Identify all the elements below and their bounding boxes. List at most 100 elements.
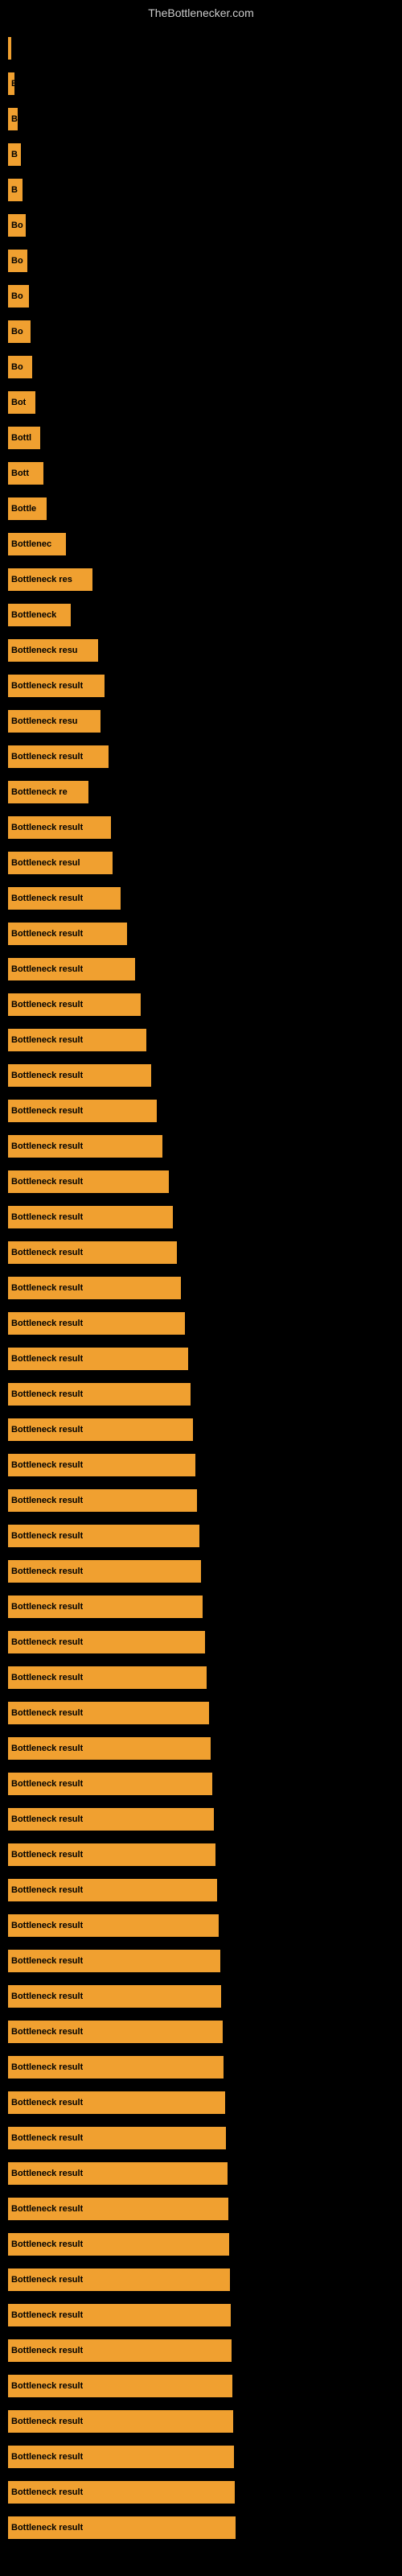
- bar-row: Bottleneck result: [8, 2333, 402, 2368]
- bar: Bo: [8, 285, 29, 308]
- bar-label: Bottleneck result: [11, 1460, 83, 1470]
- bar-row: Bottleneck result: [8, 1837, 402, 1872]
- bar: Bottle: [8, 497, 47, 520]
- bar-label: B: [11, 185, 18, 195]
- bar: Bottlenec: [8, 533, 66, 555]
- bar-label: Bottleneck result: [11, 894, 83, 903]
- bar: Bottleneck result: [8, 1914, 219, 1937]
- bar: Bottleneck result: [8, 1489, 197, 1512]
- bar-row: Bottleneck result: [8, 1377, 402, 1412]
- bar: Bottleneck result: [8, 887, 121, 910]
- bar-label: Bo: [11, 256, 23, 266]
- bar-label: Bottleneck result: [11, 2133, 83, 2143]
- bar: Bottleneck res: [8, 568, 92, 591]
- bar: Bottleneck result: [8, 2162, 228, 2185]
- bar: Bottleneck result: [8, 1950, 220, 1972]
- bar-row: B: [8, 172, 402, 208]
- bar-row: Bottleneck result: [8, 2404, 402, 2439]
- bar: Bottleneck result: [8, 2481, 235, 2504]
- bar-row: Bottleneck result: [8, 2120, 402, 2156]
- bar-label: Bottleneck result: [11, 1319, 83, 1328]
- bar-row: Bottleneck result: [8, 2439, 402, 2475]
- bar: Bott: [8, 462, 43, 485]
- bar: Bottleneck re: [8, 781, 88, 803]
- bar-row: Bottleneck result: [8, 916, 402, 952]
- bar: Bottleneck result: [8, 1312, 185, 1335]
- bar: Bo: [8, 320, 31, 343]
- bar-row: Bottleneck result: [8, 1766, 402, 1802]
- bar: Bottleneck result: [8, 1985, 221, 2008]
- bar: Bottleneck result: [8, 1277, 181, 1299]
- bar: Bottleneck result: [8, 745, 109, 768]
- bar-row: Bo: [8, 279, 402, 314]
- bar-row: Bottleneck result: [8, 1908, 402, 1943]
- bar: Bo: [8, 214, 26, 237]
- site-title: TheBottlenecker.com: [0, 0, 402, 23]
- bar-label: Bottleneck result: [11, 1567, 83, 1576]
- bar-label: Bottleneck result: [11, 1141, 83, 1151]
- bar-row: Bottleneck result: [8, 1270, 402, 1306]
- bar-row: Bottleneck result: [8, 1695, 402, 1731]
- bar: Bottleneck result: [8, 923, 127, 945]
- bar-label: Bottlenec: [11, 539, 51, 549]
- bar-label: Bottleneck result: [11, 2346, 83, 2355]
- bar-row: Bottleneck result: [8, 2050, 402, 2085]
- bar-label: Bottleneck result: [11, 1354, 83, 1364]
- bar-label: Bo: [11, 291, 23, 301]
- bar-label: Bottleneck resul: [11, 858, 80, 868]
- bar-label: Bottl: [11, 433, 31, 443]
- bar-row: Bottleneck result: [8, 1979, 402, 2014]
- bar-row: Bottlenec: [8, 526, 402, 562]
- bar: Bottleneck result: [8, 1737, 211, 1760]
- bar-label: Bottleneck result: [11, 1814, 83, 1824]
- bar-label: Bottleneck result: [11, 2240, 83, 2249]
- bar-row: Bottleneck resu: [8, 704, 402, 739]
- site-title-container: TheBottlenecker.com: [0, 0, 402, 23]
- bar: Bottleneck result: [8, 2268, 230, 2291]
- bar: Bottleneck result: [8, 2021, 223, 2043]
- bar-row: Bottleneck result: [8, 1731, 402, 1766]
- bar-row: Bottleneck result: [8, 1872, 402, 1908]
- bar-row: Bottleneck result: [8, 1660, 402, 1695]
- bar-label: Bo: [11, 327, 23, 336]
- bar-row: Bo: [8, 208, 402, 243]
- bar: Bottleneck result: [8, 1029, 146, 1051]
- bar: B: [8, 72, 14, 95]
- bar-row: Bottle: [8, 491, 402, 526]
- bar: Bottleneck result: [8, 1064, 151, 1087]
- bar-row: Bottleneck resu: [8, 633, 402, 668]
- bar-label: Bottleneck result: [11, 2098, 83, 2107]
- bar-label: Bottleneck result: [11, 1283, 83, 1293]
- bar-row: Bottleneck re: [8, 774, 402, 810]
- bar: Bottleneck result: [8, 675, 105, 697]
- bar-row: Bottleneck result: [8, 1518, 402, 1554]
- bar-row: Bo: [8, 349, 402, 385]
- bar: Bottleneck result: [8, 1170, 169, 1193]
- bar-label: Bottleneck result: [11, 1212, 83, 1222]
- bar: Bottleneck result: [8, 2198, 228, 2220]
- bar-row: Bottleneck result: [8, 1058, 402, 1093]
- bar: B: [8, 143, 21, 166]
- bar-label: Bottleneck result: [11, 1000, 83, 1009]
- bar-label: Bottleneck result: [11, 929, 83, 939]
- bar-row: Bottleneck result: [8, 1129, 402, 1164]
- bar-label: Bottleneck result: [11, 2310, 83, 2320]
- bar-label: Bottleneck result: [11, 2169, 83, 2178]
- bar-label: Bottleneck result: [11, 1850, 83, 1860]
- bar-row: Bottleneck result: [8, 1802, 402, 1837]
- bar-row: Bottleneck result: [8, 2475, 402, 2510]
- bar: Bottleneck resul: [8, 852, 113, 874]
- bars-container: BBBBBoBoBoBoBoBotBottlBottBottleBottlene…: [0, 23, 402, 2545]
- bar-label: Bottleneck result: [11, 1389, 83, 1399]
- bar-label: Bottleneck result: [11, 1744, 83, 1753]
- bar-row: B: [8, 66, 402, 101]
- bar: Bottleneck result: [8, 1525, 199, 1547]
- bar-label: Bottleneck result: [11, 2275, 83, 2285]
- bar-label: Bottleneck result: [11, 1248, 83, 1257]
- bar-row: Bottleneck result: [8, 2510, 402, 2545]
- bar-label: B: [11, 150, 18, 159]
- bar: Bottleneck result: [8, 958, 135, 980]
- bar: Bottleneck result: [8, 2375, 232, 2397]
- bar-label: Bottleneck result: [11, 964, 83, 974]
- bar-row: Bottleneck result: [8, 739, 402, 774]
